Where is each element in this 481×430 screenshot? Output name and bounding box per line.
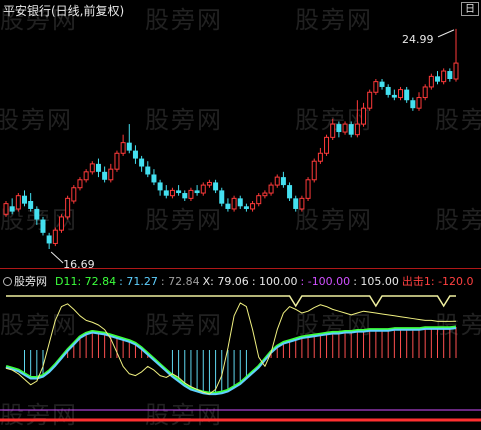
candle-body-up — [441, 70, 447, 83]
candle-body-down — [157, 182, 163, 191]
indicator-name[interactable]: 股旁网 — [14, 275, 47, 288]
candle-body-up — [231, 197, 237, 210]
candle-body-up — [108, 168, 114, 181]
candle-body-up — [256, 195, 262, 205]
indicator-param: D11: 72.84 — [55, 275, 117, 288]
indicator-param: : -100.00 — [300, 275, 351, 288]
candle-body-up — [311, 160, 317, 181]
candle-body-up — [305, 179, 311, 199]
candle-body-up — [324, 136, 330, 154]
candle-body-up — [398, 89, 404, 99]
candle-body-down — [194, 190, 200, 194]
max-arrow — [437, 29, 455, 38]
chart-window: 股旁网 股旁网 股旁网 股旁网 股旁网 股旁网 股旁网 股旁网 股旁网 股旁网 … — [0, 0, 481, 429]
candle-body-down — [163, 190, 169, 196]
candle-body-down — [46, 235, 52, 244]
indicator-param: X: 79.06 — [202, 275, 249, 288]
pane-divider — [0, 268, 481, 269]
candle-body-down — [410, 100, 416, 109]
candle-body-down — [28, 201, 34, 209]
candle-body-down — [379, 81, 385, 87]
candle-body-down — [447, 71, 453, 79]
candle-body-down — [176, 190, 182, 194]
candle-body-down — [391, 94, 397, 98]
indicator-chart[interactable] — [0, 290, 481, 426]
candle-body-up — [114, 152, 120, 170]
candle-body-down — [336, 124, 342, 133]
candle-body-down — [95, 163, 101, 172]
indicator-params: D11: 72.84: 71.27: 72.84 X: 79.06: 100.00… — [49, 275, 476, 288]
indicator-param: 出击1: -120.0 — [401, 275, 474, 288]
candle-body-up — [120, 142, 126, 154]
candle-body-up — [268, 184, 274, 194]
indicator-param: : 105.00 — [353, 275, 399, 288]
candle-body-down — [21, 195, 27, 204]
candle-body-down — [145, 166, 151, 175]
min-price-label: 16.69 — [63, 258, 94, 268]
candle-body-up — [373, 81, 379, 93]
candle-body-down — [348, 124, 354, 135]
candle-body-up — [200, 184, 206, 194]
candle-body-up — [453, 62, 459, 80]
candle-body-up — [330, 123, 336, 138]
window-title: 平安银行(日线,前复权) — [3, 4, 125, 18]
candle-body-up — [416, 97, 422, 109]
candle-body-up — [342, 123, 348, 133]
candle-body-down — [182, 193, 188, 199]
candle-body-up — [262, 192, 268, 197]
candle-body-up — [250, 203, 256, 210]
candle-body-up — [58, 216, 64, 231]
candle-body-up — [274, 176, 280, 186]
price-chart[interactable]: 24.99 16.69 — [0, 0, 481, 268]
candle-body-up — [71, 187, 77, 202]
indicator-param: : 71.27 — [119, 275, 158, 288]
candle-body-up — [77, 179, 83, 189]
candle-body-up — [317, 152, 323, 162]
indicator-param: : 100.00 — [251, 275, 298, 288]
candle-body-down — [213, 182, 219, 191]
candle-body-up — [15, 195, 21, 210]
candle-body-up — [206, 181, 212, 186]
period-button[interactable]: 日 — [461, 2, 479, 16]
candle-body-down — [151, 174, 157, 183]
candle-body-up — [367, 91, 373, 109]
candle-body-up — [52, 229, 58, 244]
candle-body-up — [361, 107, 367, 125]
candle-body-up — [83, 171, 89, 181]
candle-body-down — [385, 86, 391, 95]
candle-body-down — [139, 158, 145, 167]
candle-body-down — [287, 185, 293, 199]
candle-body-down — [237, 198, 243, 207]
candle-body-down — [102, 171, 108, 180]
candle-body-down — [9, 206, 15, 212]
candle-body-up — [422, 86, 428, 99]
candle-body-down — [126, 142, 132, 151]
candle-body-up — [169, 189, 175, 197]
min-arrow — [50, 251, 64, 264]
candle-body-down — [243, 206, 249, 209]
candle-body-up — [3, 203, 9, 215]
candle-body-down — [293, 198, 299, 209]
max-price-label: 24.99 — [402, 33, 434, 46]
candle-body-down — [225, 203, 231, 209]
top-signal-line — [6, 295, 456, 308]
candle-body-down — [34, 208, 40, 220]
candle-body-up — [65, 197, 71, 218]
indicator-param: : 72.84 — [160, 275, 200, 288]
candle-body-down — [435, 76, 441, 82]
candle-body-down — [40, 219, 46, 233]
candle-body-down — [219, 190, 225, 204]
candle-body-down — [404, 89, 410, 101]
candle-body-up — [354, 123, 360, 136]
indicator-header: 股旁网 D11: 72.84: 71.27: 72.84 X: 79.06: 100… — [0, 273, 481, 288]
candle-body-up — [428, 75, 434, 88]
candle-body-up — [188, 189, 194, 199]
candle-body-down — [132, 150, 138, 159]
settings-gear-icon[interactable] — [3, 277, 12, 286]
candle-body-up — [89, 163, 95, 173]
candle-body-down — [280, 177, 286, 186]
candle-body-up — [299, 197, 305, 210]
